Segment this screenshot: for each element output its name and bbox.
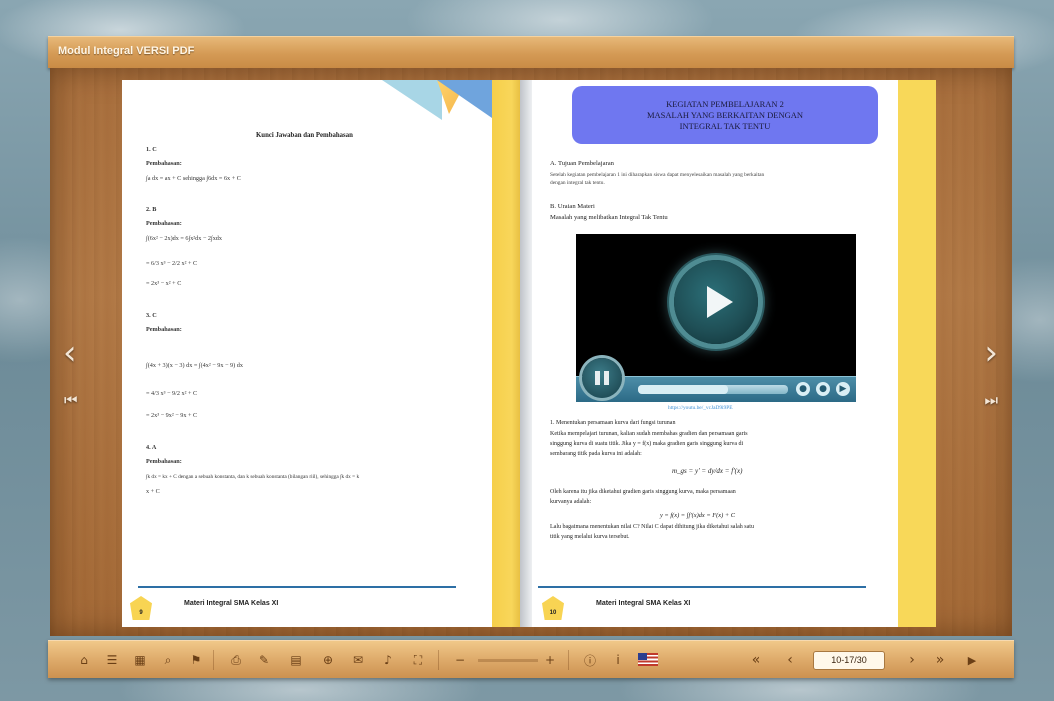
- zoom-out-icon[interactable]: −: [452, 652, 468, 668]
- answer-line: ∫(4x + 3)(x − 3) dx = ∫(4x² − 9x − 9) dx: [146, 362, 243, 369]
- book-spine-shadow: [520, 80, 532, 627]
- note-icon[interactable]: ▤: [288, 652, 304, 668]
- answer-line: 4. A: [146, 444, 157, 451]
- answer-line: 1. C: [146, 146, 157, 153]
- share-icon[interactable]: ⊕: [320, 652, 336, 668]
- footer-divider: [138, 586, 456, 588]
- paragraph-line: singgung kurva di suatu titik. Jika y = …: [550, 441, 744, 447]
- print-icon[interactable]: ⎙: [228, 652, 244, 668]
- section-b-text: Masalah yang melibatkan Integral Tak Ten…: [550, 214, 668, 221]
- play-icon: [707, 286, 733, 318]
- toolbar-divider: [438, 650, 439, 670]
- next-page-arrow-icon[interactable]: ›: [984, 336, 998, 370]
- search-icon[interactable]: ⌕: [160, 652, 176, 668]
- page-number-input[interactable]: 10-17/30: [813, 651, 885, 670]
- answer-line: ∫k dx = kx + C dengan a sebuah konstanta…: [146, 474, 360, 480]
- toolbar-divider: [213, 650, 214, 670]
- book-spine: [492, 80, 520, 627]
- answer-line: x + C: [146, 488, 160, 495]
- answer-line: ∫(6x² − 2x)dx = 6∫x²dx − 2∫xdx: [146, 235, 222, 242]
- bookmark-icon[interactable]: ⚑: [188, 652, 204, 668]
- volume-icon[interactable]: ●: [796, 382, 810, 396]
- title-bar: Modul Integral VERSI PDF: [48, 36, 1014, 68]
- app-title: Modul Integral VERSI PDF: [58, 45, 195, 57]
- answer-line: Pembahasan:: [146, 458, 182, 465]
- answer-line: 2. B: [146, 206, 157, 213]
- footer-title: Materi Integral SMA Kelas XI: [596, 600, 691, 607]
- footer-title: Materi Integral SMA Kelas XI: [184, 600, 279, 607]
- answer-line: ∫a dx = ax + C sehingga ∫6dx = 6x + C: [146, 175, 241, 182]
- paragraph-line: kurvanya adalah:: [550, 499, 592, 505]
- play-button[interactable]: [674, 260, 758, 344]
- sound-icon[interactable]: ♪: [380, 652, 396, 668]
- last-page-icon[interactable]: »: [932, 652, 948, 668]
- section-a-title: A. Tujuan Pembelajaran: [550, 160, 614, 167]
- video-player[interactable]: ● ● ▶: [576, 234, 856, 402]
- left-page[interactable]: Kunci Jawaban dan Pembahasan 1. C Pembah…: [122, 80, 492, 627]
- fullscreen-icon[interactable]: ⛶: [410, 652, 426, 668]
- home-icon[interactable]: ⌂: [76, 652, 92, 668]
- page-number-badge: 10: [542, 596, 564, 620]
- answer-line: Pembahasan:: [146, 160, 182, 167]
- paragraph-line: titik yang melalui kurva tersebut.: [550, 534, 630, 540]
- fullscreen-video-icon[interactable]: ▶: [836, 382, 850, 396]
- help-icon[interactable]: ⓘ: [582, 652, 598, 668]
- formula-curve: y = f(x) = ∫f'(x)dx = F(x) + C: [660, 512, 736, 519]
- info-icon[interactable]: i: [610, 652, 626, 668]
- right-page-edge: [898, 80, 936, 627]
- video-link[interactable]: https://youtu.be/_vcJaD9i9PE: [668, 405, 733, 411]
- answer-line: = 6/3 x³ − 2/2 x² + C: [146, 260, 198, 267]
- header-line: KEGIATAN PEMBELAJARAN 2: [666, 98, 784, 109]
- settings-icon[interactable]: ●: [816, 382, 830, 396]
- right-page[interactable]: KEGIATAN PEMBELAJARAN 2 MASALAH YANG BER…: [532, 80, 898, 627]
- paragraph-line: sembarang titik pada kurva ini adalah:: [550, 451, 642, 457]
- previous-page-arrow-icon[interactable]: ‹: [63, 336, 77, 370]
- book-stage: ‹ ⏮ › ⏭ Kunci Jawaban dan Pembahasan 1. …: [50, 68, 1012, 636]
- answer-line: = 2x³ − x² + C: [146, 280, 182, 287]
- formula-gradient: m_gs = y' = dy/dx = f'(x): [672, 467, 743, 475]
- previous-page-icon[interactable]: ‹: [782, 652, 798, 668]
- item-1-title: 1. Menentukan persamaan kurva dari fungs…: [550, 420, 676, 426]
- video-progress-bar[interactable]: [638, 385, 788, 394]
- section-a-text: dengan integral tak tentu.: [550, 180, 605, 186]
- section-header-box: KEGIATAN PEMBELAJARAN 2 MASALAH YANG BER…: [572, 86, 878, 144]
- paragraph-line: Ketika mempelajari turunan, kalian sudah…: [550, 431, 748, 437]
- paragraph-line: Lalu bagaimana menentukan nilai C? Nilai…: [550, 524, 754, 530]
- answer-line: = 4/3 x³ − 9/2 x² + C: [146, 390, 198, 397]
- thumbnails-icon[interactable]: ▦: [132, 652, 148, 668]
- language-icon[interactable]: [638, 653, 658, 666]
- email-icon[interactable]: ✉: [350, 652, 366, 668]
- section-a-text: Setelah kegiatan pembelajaran 1 ini diha…: [550, 172, 765, 178]
- bottom-toolbar: ⌂ ☰ ▦ ⌕ ⚑ ⎙ ✎ ▤ ⊕ ✉ ♪ ⛶ − + ⓘ i « ‹ 10-1…: [48, 640, 1014, 678]
- header-line: MASALAH YANG BERKAITAN DENGAN: [646, 109, 803, 120]
- zoom-slider[interactable]: [478, 659, 538, 662]
- table-of-contents-icon[interactable]: ☰: [104, 652, 120, 668]
- annotate-icon[interactable]: ✎: [256, 652, 272, 668]
- first-page-icon[interactable]: «: [748, 652, 764, 668]
- answer-line: = 2x³ − 9x² − 9x + C: [146, 412, 198, 419]
- answer-line: Pembahasan:: [146, 326, 182, 333]
- autoplay-icon[interactable]: ▶: [964, 652, 980, 668]
- page-decoration: [382, 80, 442, 120]
- last-page-icon[interactable]: ⏭: [984, 393, 998, 408]
- answer-line: Pembahasan:: [146, 220, 182, 227]
- page-decoration: [437, 80, 492, 118]
- toolbar-divider: [568, 650, 569, 670]
- answer-key-heading: Kunci Jawaban dan Pembahasan: [256, 132, 353, 139]
- header-line: INTEGRAL TAK TENTU: [679, 120, 771, 131]
- page-number-badge: 9: [130, 596, 152, 620]
- pause-button[interactable]: [582, 358, 622, 398]
- first-page-icon[interactable]: ⏮: [64, 393, 78, 408]
- footer-divider: [538, 586, 866, 588]
- answer-line: 3. C: [146, 312, 157, 319]
- zoom-in-icon[interactable]: +: [542, 652, 558, 668]
- next-page-icon[interactable]: ›: [904, 652, 920, 668]
- section-b-title: B. Uraian Materi: [550, 203, 595, 210]
- paragraph-line: Oleh karena itu jika diketahui gradien g…: [550, 489, 736, 495]
- video-progress-fill: [638, 385, 728, 394]
